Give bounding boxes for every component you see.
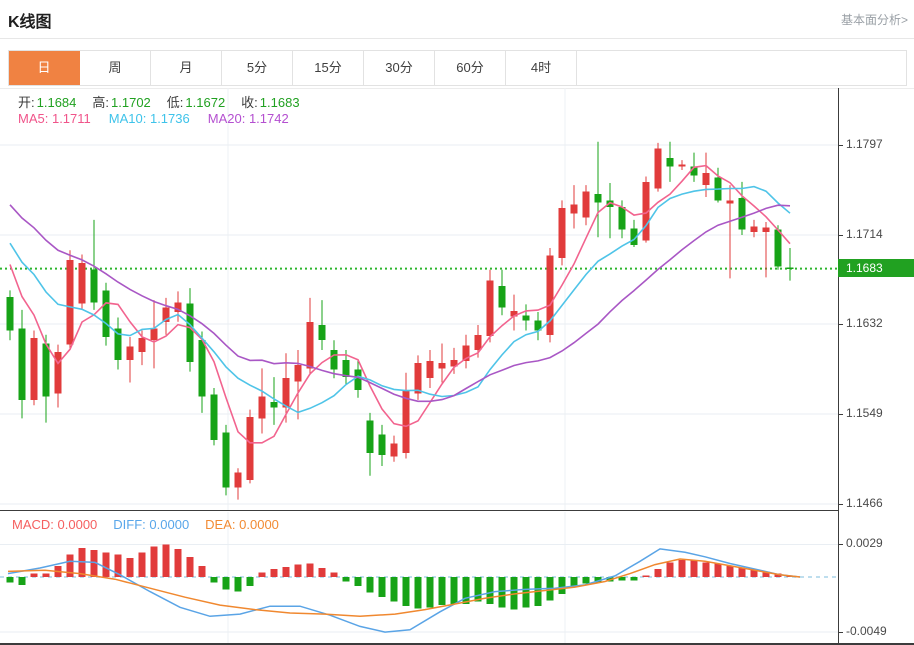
y-axis-tick-label: 1.1632 [846,316,883,330]
ma10-value: MA10: 1.1736 [109,111,190,126]
y-axis-tick-label: 0.0029 [846,536,883,550]
y-axis-tick-mark [838,544,843,545]
dea-value: DEA: 0.0000 [205,517,279,532]
ma5-line [10,166,790,443]
fundamental-analysis-link[interactable]: 基本面分析> [841,11,908,28]
y-axis-tick-mark [838,504,843,505]
diff-value: DIFF: 0.0000 [113,517,189,532]
macd-value: MACD: 0.0000 [12,517,97,532]
close-value: 收:1.1683 [241,92,299,111]
y-axis-tick-label: 1.1714 [846,227,883,241]
ma-info: MA5: 1.1711 MA10: 1.1736 MA20: 1.1742 [18,111,289,126]
y-axis-tick-label: -0.0049 [846,624,887,638]
ma10-line [10,187,790,413]
price-axis-line [838,88,839,643]
tab-monthly[interactable]: 月 [151,51,222,85]
y-axis-tick-label: 1.1466 [846,496,883,510]
tab-hour4[interactable]: 4时 [506,51,577,85]
y-axis-tick-mark [838,632,843,633]
tab-min15[interactable]: 15分 [293,51,364,85]
y-axis-tick-mark [838,235,843,236]
ma20-line [10,205,790,401]
y-axis-tick-label: 1.1797 [846,137,883,151]
header-divider [0,38,914,39]
tabbar-filler [577,51,906,85]
page-title: K线图 [8,8,52,32]
tab-weekly[interactable]: 周 [80,51,151,85]
current-price-label: 1.1683 [846,261,883,275]
tab-min5[interactable]: 5分 [222,51,293,85]
ohlc-info: 开:1.1684 高:1.1702 低:1.1672 收:1.1683 [18,92,300,111]
interval-tabbar: 日周月5分15分30分60分4时 [8,50,907,86]
y-axis-tick-label: 1.1549 [846,406,883,420]
tab-min60[interactable]: 60分 [435,51,506,85]
low-value: 低:1.1672 [167,92,225,111]
high-value: 高:1.1702 [92,92,150,111]
open-value: 开:1.1684 [18,92,76,111]
tab-daily[interactable]: 日 [9,51,80,85]
y-axis-tick-mark [838,145,843,146]
candlestick-chart[interactable] [0,88,838,510]
y-axis-tick-mark [838,324,843,325]
current-price-tag: 1.1683 [838,259,914,277]
macd-info: MACD: 0.0000 DIFF: 0.0000 DEA: 0.0000 [12,517,279,532]
ma5-value: MA5: 1.1711 [18,111,91,126]
kline-page: K线图 基本面分析> 日周月5分15分30分60分4时 开:1.1684 高:1… [0,0,914,645]
main-chart-bottom-border [0,510,838,511]
y-axis-tick-mark [838,414,843,415]
ma20-value: MA20: 1.1742 [208,111,289,126]
tab-min30[interactable]: 30分 [364,51,435,85]
